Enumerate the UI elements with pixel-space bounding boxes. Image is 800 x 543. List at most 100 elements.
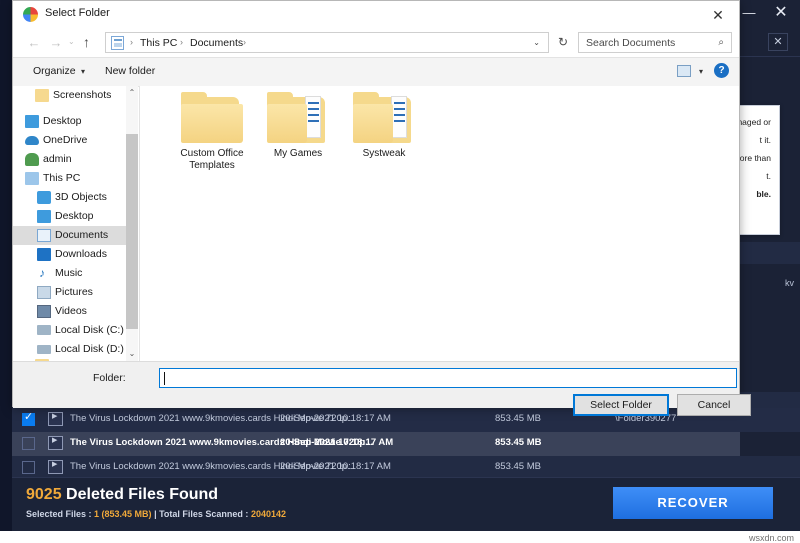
sidebar-item-desktop[interactable]: Desktop [13, 112, 135, 131]
sidebar-item-documents[interactable]: Documents [13, 226, 135, 245]
folder-icon [35, 89, 49, 102]
view-caret-icon[interactable]: ▾ [699, 67, 703, 76]
minimize-icon[interactable]: — [738, 4, 760, 22]
up-one-level-icon[interactable]: ↑ [83, 34, 90, 50]
text-caret [164, 372, 165, 385]
breadcrumb-separator: › [130, 37, 133, 47]
search-box[interactable]: Search Documents ⌕ [578, 32, 732, 53]
dialog-footer: Folder: Select Folder Cancel [13, 361, 751, 416]
folder-label: My Games [273, 148, 323, 159]
video-icon [37, 305, 51, 318]
select-folder-button[interactable]: Select Folder [573, 394, 669, 416]
row-checkbox[interactable] [22, 411, 35, 426]
sidebar-item-local-disk-d[interactable]: Local Disk (D:) [13, 340, 135, 359]
file-extension-text: kv [785, 278, 794, 288]
organize-caret-icon[interactable]: ▾ [81, 67, 85, 76]
selection-summary: Selected Files : 1 (853.45 MB) | Total F… [26, 509, 286, 519]
picture-icon [37, 286, 51, 299]
scanned-label: | Total Files Scanned : [151, 509, 251, 519]
dialog-title: Select Folder [45, 7, 110, 19]
sidebar-item-onedrive[interactable]: OneDrive [13, 131, 135, 150]
sidebar-item-label: Documents [55, 229, 109, 241]
breadcrumb-this-pc[interactable]: This PC [140, 37, 177, 49]
organize-button[interactable]: Organize [33, 65, 76, 77]
table-row[interactable]: The Virus Lockdown 2021 www.9kmovies.car… [0, 432, 740, 456]
sidebar-item-label: Desktop [43, 115, 82, 127]
navigation-bar: ← → ⌄ ↑ › This PC › Documents › ⌄ ↻ Sear… [13, 29, 739, 57]
cancel-button[interactable]: Cancel [677, 394, 751, 416]
sidebar-item-local-disk-c[interactable]: Local Disk (C:) [13, 321, 135, 340]
location-icon [111, 36, 124, 50]
folder-item[interactable]: Systweak [336, 92, 432, 160]
deleted-files-count: 9025 [26, 486, 62, 503]
back-icon[interactable]: ← [25, 35, 43, 51]
scroll-down-icon[interactable]: ⌄ [126, 347, 138, 361]
papers-icon [305, 96, 321, 138]
sidebar-item-desktop-2[interactable]: Desktop [13, 207, 135, 226]
total-scanned-value: 2040142 [250, 509, 286, 519]
folder-item[interactable]: Custom Office Templates [164, 92, 260, 172]
sidebar-item-label: 3D Objects [55, 191, 107, 203]
file-list-pane: Custom Office Templates My Games Systwea… [140, 86, 739, 361]
close-icon[interactable]: ✕ [770, 4, 792, 22]
pc-icon [25, 172, 39, 185]
recent-locations-icon[interactable]: ⌄ [68, 37, 75, 46]
sidebar-item-music[interactable]: ♪ Music [13, 264, 135, 283]
search-icon: ⌕ [718, 37, 724, 48]
sidebar-item-this-pc[interactable]: This PC [13, 169, 135, 188]
desktop-icon [25, 115, 39, 128]
app-logo-icon [23, 7, 38, 22]
sidebar-item-label: Screenshots [53, 89, 112, 101]
folder-field-label: Folder: [93, 372, 126, 384]
file-date: 20-Sep-2021 10:18:17 AM [280, 461, 391, 472]
file-size: 853.45 MB [495, 461, 541, 472]
video-file-icon [48, 460, 63, 474]
user-icon [25, 153, 39, 166]
papers-icon [391, 96, 407, 138]
sidebar-item-label: OneDrive [43, 134, 88, 146]
sidebar-item-label: admin [43, 153, 72, 165]
folder-input[interactable] [159, 368, 737, 388]
file-date: 20-Sep-2021 10:18:17 AM [280, 413, 391, 424]
sidebar-item-label: Music [55, 267, 83, 279]
file-date: 20-Sep-2021 10:18:17 AM [280, 437, 394, 448]
folder-item[interactable]: My Games [250, 92, 346, 160]
sidebar-item-label: Downloads [55, 248, 107, 260]
search-placeholder: Search Documents [586, 37, 676, 49]
row-checkbox[interactable] [22, 437, 35, 450]
sidebar-item-label: Pictures [55, 286, 93, 298]
new-folder-button[interactable]: New folder [105, 65, 155, 77]
file-size: 853.45 MB [495, 437, 542, 448]
selected-files-value: 1 (853.45 MB) [94, 509, 152, 519]
address-dropdown-icon[interactable]: ⌄ [533, 38, 540, 47]
app-left-edge [0, 0, 12, 531]
sidebar-item-screenshots[interactable]: Screenshots [13, 86, 135, 105]
file-size: 853.45 MB [495, 413, 541, 424]
row-checkbox[interactable] [22, 461, 35, 474]
page-bottom-margin [0, 531, 800, 543]
refresh-icon[interactable]: ↻ [558, 35, 568, 49]
sidebar-item-3d-objects[interactable]: 3D Objects [13, 188, 135, 207]
watermark: wsxdn.com [748, 533, 794, 543]
sidebar-item-label: Videos [55, 305, 87, 317]
recover-button[interactable]: RECOVER [613, 487, 773, 519]
sidebar-item-videos[interactable]: Videos [13, 302, 135, 321]
sidebar-item-downloads[interactable]: Downloads [13, 245, 135, 264]
command-bar: Organize ▾ New folder ▾ ? [13, 57, 739, 87]
sidebar-item-admin[interactable]: admin [13, 150, 135, 169]
cube-icon [37, 191, 51, 204]
breadcrumb-documents[interactable]: Documents [190, 37, 243, 49]
sub-close-icon[interactable]: ✕ [768, 33, 788, 51]
help-icon[interactable]: ? [714, 63, 729, 78]
scroll-up-icon[interactable]: ⌃ [126, 86, 138, 100]
dialog-close-icon[interactable]: ✕ [703, 4, 733, 26]
view-layout-icon[interactable] [677, 65, 691, 77]
deleted-files-found: 9025 Deleted Files Found [26, 486, 218, 504]
sidebar-item-pictures[interactable]: Pictures [13, 283, 135, 302]
video-file-icon [48, 412, 63, 426]
forward-icon[interactable]: → [47, 35, 65, 51]
document-icon [37, 229, 51, 242]
address-bar[interactable]: › This PC › Documents › ⌄ [105, 32, 549, 53]
scrollbar-thumb[interactable] [126, 134, 138, 329]
folder-icon [353, 92, 415, 144]
